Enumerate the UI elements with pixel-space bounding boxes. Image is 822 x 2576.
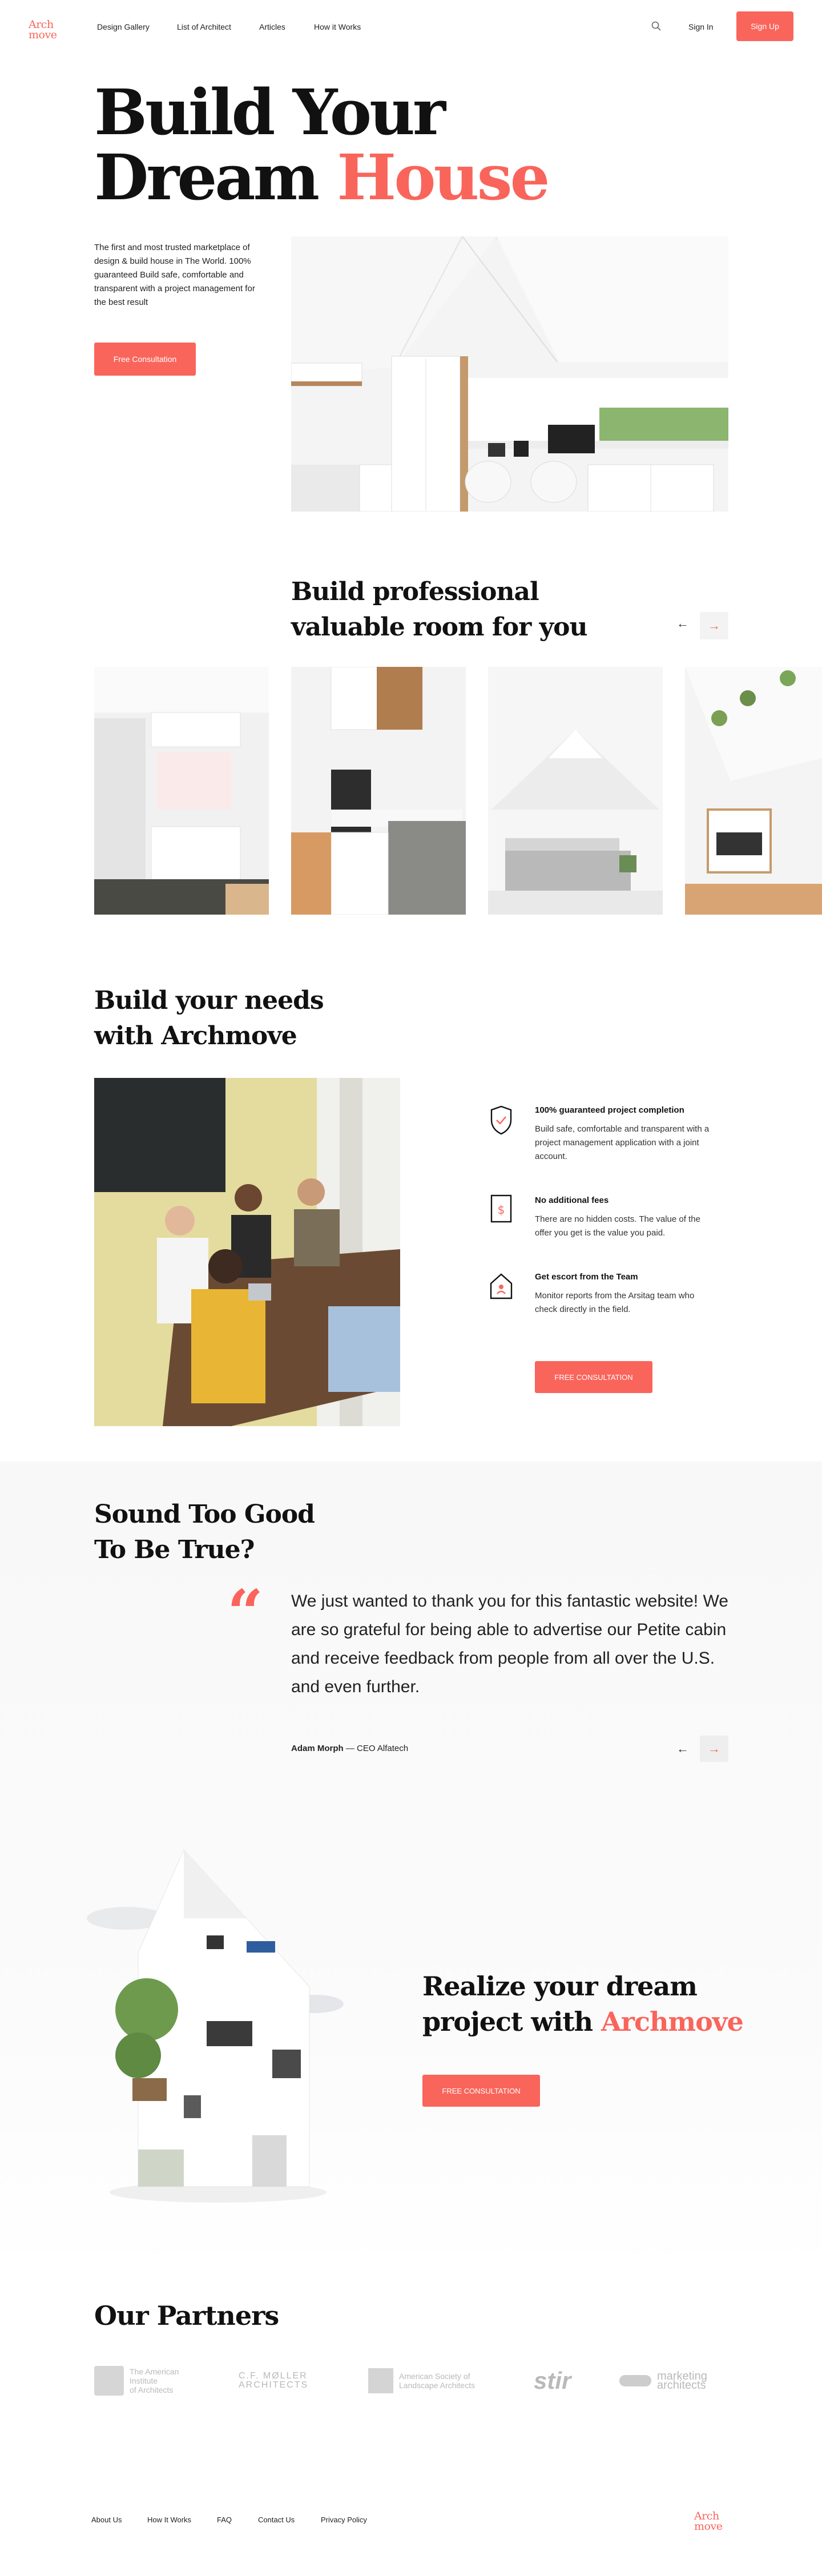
realize-title-line-2: project with: [422, 2006, 602, 2037]
aia-seal-icon: [94, 2366, 124, 2396]
realize-free-consultation-button[interactable]: FREE CONSULTATION: [422, 2075, 540, 2107]
testimonial-quote: We just wanted to thank you for this fan…: [291, 1592, 728, 1696]
rooms-title-line-2: valuable room for you: [291, 613, 588, 642]
nav-how-it-works[interactable]: How it Works: [314, 22, 361, 31]
partner-logo-marketing-architects[interactable]: marketing architects: [619, 2364, 707, 2398]
rooms-section-title: Build professional valuable room for you: [291, 574, 611, 645]
author-role: — CEO Alfatech: [343, 1744, 409, 1753]
testimonial-title-line-1: Sound Too Good: [94, 1500, 315, 1529]
partner-cfm-line-2: ARCHITECTS: [239, 2380, 309, 2390]
nav-list-of-architect[interactable]: List of Architect: [177, 22, 231, 31]
quote-mark-icon: “: [227, 1576, 264, 1649]
feature-title-guarantee: 100% guaranteed project completion: [535, 1105, 684, 1115]
footer-link-how-it-works[interactable]: How It Works: [147, 2515, 191, 2524]
author-name: Adam Morph: [291, 1744, 344, 1753]
logo[interactable]: Arch move: [29, 19, 57, 41]
svg-text:$: $: [498, 1203, 505, 1217]
feature-title-escort: Get escort from the Team: [535, 1272, 638, 1282]
partner-aia-line-1: The American: [130, 2367, 179, 2376]
footer-link-privacy-policy[interactable]: Privacy Policy: [321, 2515, 367, 2524]
partner-asla-line-2: Landscape Architects: [399, 2381, 476, 2390]
rooms-next-button[interactable]: →: [700, 612, 728, 639]
partner-stir-text: stir: [534, 2367, 571, 2394]
room-card-kitchen[interactable]: [94, 667, 269, 915]
hero-interior-image: [291, 236, 728, 512]
partner-logo-stir[interactable]: stir: [534, 2364, 571, 2398]
room-card-living[interactable]: [685, 667, 822, 915]
feature-desc-guarantee: Build safe, comfortable and transparent …: [535, 1124, 710, 1161]
house-user-icon: [488, 1270, 514, 1302]
hero-title-line-2: Dream: [94, 140, 320, 214]
partner-aia-line-2: Institute: [130, 2376, 158, 2385]
partner-logo-asla[interactable]: American Society of Landscape Architects: [368, 2364, 475, 2398]
testimonial-section-title: Sound Too Good To Be True?: [94, 1497, 437, 1568]
sign-up-button[interactable]: Sign Up: [736, 11, 793, 41]
feature-desc-escort: Monitor reports from the Arsitag team wh…: [535, 1291, 695, 1314]
needs-title-line-1: Build your needs: [94, 986, 324, 1015]
hero-description: The first and most trusted marketplace o…: [94, 243, 255, 307]
realize-title-accent: Archmove: [601, 2006, 744, 2037]
partner-logo-cf-moller[interactable]: C.F. MØLLER ARCHITECTS: [239, 2364, 308, 2398]
house-illustration-image: [75, 1838, 361, 2204]
marketing-architects-mark-icon: [619, 2375, 651, 2386]
testimonial-next-button[interactable]: →: [700, 1736, 728, 1762]
partners-section-title: Our Partners: [94, 2300, 279, 2331]
dollar-document-icon: $: [488, 1193, 514, 1225]
footer-link-faq[interactable]: FAQ: [217, 2515, 232, 2524]
rooms-prev-button[interactable]: ←: [671, 612, 694, 635]
testimonial-author: Adam Morph — CEO Alfatech: [291, 1744, 408, 1753]
arrow-left-icon: ←: [676, 1741, 689, 1756]
hero-title: Build Your Dream House: [94, 80, 722, 210]
room-card-bedroom[interactable]: [488, 667, 663, 915]
testimonial-prev-button[interactable]: ←: [671, 1736, 694, 1762]
footer-link-contact-us[interactable]: Contact Us: [258, 2515, 295, 2524]
logo-line-2: move: [29, 29, 57, 41]
asla-mark-icon: [368, 2368, 393, 2393]
rooms-title-line-1: Build professional: [291, 577, 539, 606]
arrow-left-icon: ←: [676, 616, 689, 630]
shield-check-icon: [488, 1104, 514, 1136]
arrow-right-icon: →: [708, 1741, 720, 1756]
team-meeting-image: [94, 1078, 400, 1426]
nav-articles[interactable]: Articles: [259, 22, 285, 31]
nav-design-gallery[interactable]: Design Gallery: [97, 22, 150, 31]
sign-in-link[interactable]: Sign In: [688, 22, 714, 31]
partner-aia-line-3: of Architects: [130, 2385, 174, 2394]
testimonial-title-line-2: To Be True?: [94, 1535, 255, 1564]
feature-title-fees: No additional fees: [535, 1196, 609, 1205]
hero-title-accent: House: [337, 140, 550, 214]
partner-cfm-line-1: C.F. MØLLER: [239, 2371, 308, 2381]
realize-title-line-1: Realize your dream: [422, 1971, 698, 2002]
free-consultation-button[interactable]: Free Consultation: [94, 343, 196, 376]
footer-logo[interactable]: Arch move: [694, 2511, 723, 2533]
room-card-modern-kitchen[interactable]: [291, 667, 466, 915]
partner-ma-line-2: architects: [657, 2379, 706, 2392]
partner-asla-line-1: American Society of: [399, 2372, 470, 2381]
needs-free-consultation-button[interactable]: FREE CONSULTATION: [535, 1361, 652, 1393]
partner-logo-aia[interactable]: The American Institute of Architects: [94, 2364, 179, 2398]
realize-section-title: Realize your dream project with Archmove: [422, 1969, 776, 2039]
needs-section-title: Build your needs with Archmove: [94, 983, 437, 1054]
arrow-right-icon: →: [708, 618, 720, 633]
hero-title-line-1: Build Your: [94, 75, 446, 149]
feature-desc-fees: There are no hidden costs. The value of …: [535, 1214, 700, 1238]
footer-link-about-us[interactable]: About Us: [91, 2515, 122, 2524]
search-icon[interactable]: [651, 21, 662, 32]
needs-title-line-2: with Archmove: [94, 1021, 297, 1050]
footer-logo-line-2: move: [694, 2520, 723, 2533]
